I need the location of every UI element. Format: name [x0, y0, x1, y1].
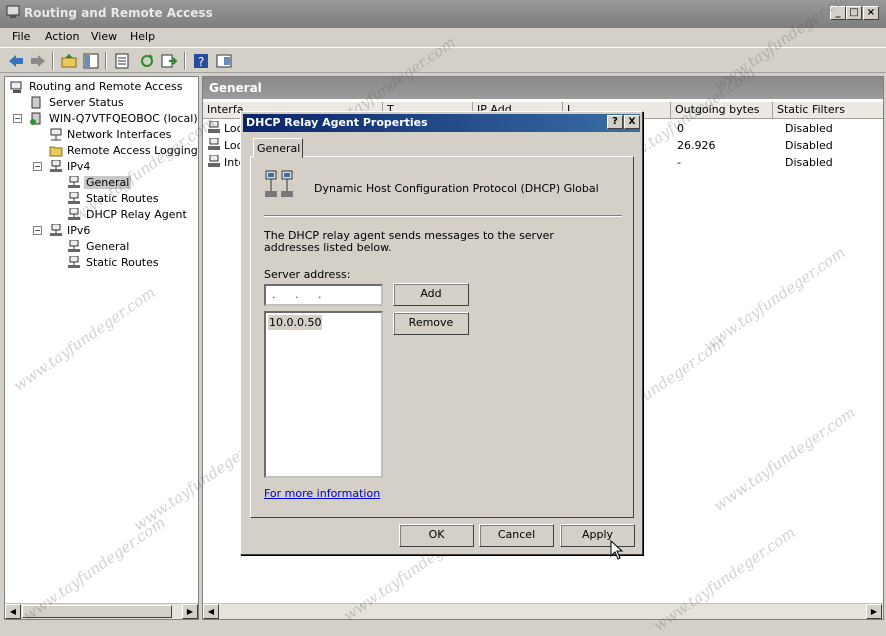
network-interfaces-icon — [50, 128, 62, 141]
ipv4-icon — [50, 160, 62, 172]
dialog-heading: Dynamic Host Configuration Protocol (DHC… — [314, 182, 599, 195]
cell-filters: Disabled — [785, 139, 833, 152]
properties-icon[interactable] — [113, 52, 131, 70]
up-folder-icon[interactable] — [60, 52, 78, 70]
dialog-description: The DHCP relay agent sends messages to t… — [264, 229, 554, 254]
scroll-right-icon[interactable]: ▶ — [182, 604, 198, 619]
menu-view[interactable]: View — [91, 30, 117, 43]
tree-horizontal-scrollbar[interactable]: ◀ ▶ — [5, 603, 198, 619]
ok-button[interactable]: OK — [399, 524, 474, 547]
minimize-button[interactable]: _ — [830, 6, 846, 20]
column-outgoing-bytes[interactable]: Outgoing bytes — [671, 102, 773, 119]
dialog-close-button[interactable]: X — [624, 115, 640, 129]
tab-general[interactable]: General — [253, 138, 303, 158]
server-computer-icon — [10, 81, 22, 93]
folder-icon — [49, 146, 63, 157]
tree-root[interactable]: Routing and Remote Access — [29, 80, 182, 93]
interface-icon — [208, 121, 220, 133]
scroll-left-icon[interactable]: ◀ — [5, 604, 21, 619]
tree-server-status[interactable]: Server Status — [49, 96, 124, 109]
server-status-icon — [31, 96, 41, 109]
collapse-ipv4-toggle[interactable]: − — [33, 162, 42, 171]
window-titlebar: Routing and Remote Access _ □ × — [0, 0, 886, 28]
add-button[interactable]: Add — [393, 283, 469, 306]
server-address-input[interactable]: . . . — [264, 284, 383, 306]
list-item[interactable]: 10.0.0.50 — [268, 315, 323, 330]
mouse-cursor-icon — [610, 540, 624, 560]
dialog-title: DHCP Relay Agent Properties — [246, 116, 428, 129]
svg-text:?: ? — [198, 55, 204, 69]
scroll-left-icon[interactable]: ◀ — [203, 604, 219, 619]
collapse-ipv6-toggle[interactable]: − — [33, 226, 42, 235]
forward-arrow-icon[interactable] — [29, 52, 47, 70]
tree-ipv4-dhcp-relay[interactable]: DHCP Relay Agent — [86, 208, 187, 221]
static-routes-node-icon — [68, 192, 80, 204]
collapse-server-toggle[interactable]: − — [13, 114, 22, 123]
server-address-label: Server address: — [264, 268, 351, 281]
dhcp-network-icon — [265, 170, 293, 197]
dhcp-relay-properties-dialog: DHCP Relay Agent Properties ? X General … — [240, 111, 643, 555]
static-routes-node-icon — [68, 256, 80, 268]
toolbar: ? — [0, 47, 886, 73]
show-hide-tree-icon[interactable] — [82, 52, 100, 70]
tree-ipv4-static-routes[interactable]: Static Routes — [86, 192, 159, 205]
more-information-link[interactable]: For more information — [264, 487, 380, 500]
cell-outgoing: - — [677, 156, 681, 169]
menu-help[interactable]: Help — [130, 30, 155, 43]
close-button[interactable]: × — [863, 6, 879, 20]
help-icon[interactable]: ? — [192, 52, 210, 70]
export-list-icon[interactable] — [160, 52, 178, 70]
tree-remote-access-logging[interactable]: Remote Access Logging & P — [67, 144, 198, 157]
general-node-icon — [68, 176, 80, 188]
tree-ipv6-general[interactable]: General — [86, 240, 129, 253]
cell-filters: Disabled — [785, 122, 833, 135]
menu-file[interactable]: File — [12, 30, 30, 43]
remove-button[interactable]: Remove — [393, 312, 469, 335]
interface-icon — [208, 155, 220, 167]
console-tree: Routing and Remote Access Server Status … — [4, 76, 199, 620]
tree-ipv6[interactable]: IPv6 — [67, 224, 90, 237]
dhcp-relay-node-icon — [68, 208, 80, 220]
interface-icon — [208, 138, 220, 150]
cancel-button[interactable]: Cancel — [479, 524, 554, 547]
tree-server[interactable]: WIN-Q7VTFQEOBOC (local) — [49, 112, 198, 125]
app-icon — [6, 5, 20, 18]
details-horizontal-scrollbar[interactable]: ◀ ▶ — [203, 603, 883, 619]
server-address-list[interactable]: 10.0.0.50 — [264, 311, 383, 478]
scroll-right-icon[interactable]: ▶ — [866, 604, 882, 619]
dialog-help-button[interactable]: ? — [607, 115, 623, 129]
dialog-titlebar: DHCP Relay Agent Properties ? X — [243, 114, 640, 132]
view-pane-icon[interactable] — [215, 52, 233, 70]
menu-action[interactable]: Action — [45, 30, 79, 43]
cell-outgoing: 26.926 — [677, 139, 716, 152]
refresh-icon[interactable] — [138, 52, 156, 70]
tree-ipv4[interactable]: IPv4 — [67, 160, 90, 173]
cell-outgoing: 0 — [677, 122, 684, 135]
tree-ipv4-general[interactable]: General — [84, 176, 132, 189]
tab-panel-general: Dynamic Host Configuration Protocol (DHC… — [250, 156, 634, 518]
server-green-icon — [30, 112, 41, 125]
menu-bar: File Action View Help — [0, 28, 886, 47]
cell-filters: Disabled — [785, 156, 833, 169]
general-node-icon — [68, 240, 80, 252]
details-header: General — [203, 77, 883, 99]
tree-ipv6-static-routes[interactable]: Static Routes — [86, 256, 159, 269]
back-arrow-icon[interactable] — [7, 52, 25, 70]
window-title: Routing and Remote Access — [24, 6, 213, 20]
ipv6-icon — [50, 224, 62, 236]
column-static-filters[interactable]: Static Filters — [773, 102, 883, 119]
maximize-button[interactable]: □ — [846, 6, 862, 20]
tree-network-interfaces[interactable]: Network Interfaces — [67, 128, 171, 141]
